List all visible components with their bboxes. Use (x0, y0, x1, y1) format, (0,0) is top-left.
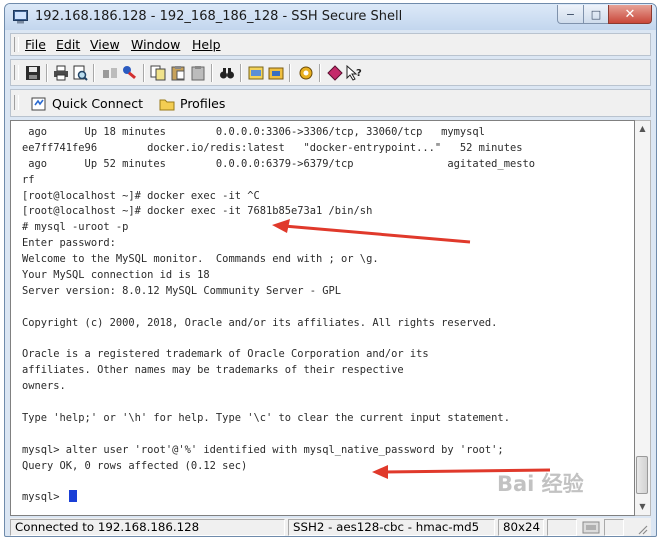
status-cipher: SSH2 - aes128-cbc - hmac-md5 (288, 519, 495, 536)
menu-bar: File Edit View Window Help (10, 33, 651, 56)
terminal-line: # mysql -uroot -p (22, 221, 129, 234)
terminal-text: ago Up 18 minutes 0.0.0.0:3306->3306/tcp… (22, 125, 535, 506)
status-empty-panel (604, 519, 624, 536)
terminal-cursor (68, 490, 77, 503)
settings-icon[interactable] (248, 65, 264, 81)
terminal-line: Query OK, 0 rows affected (0.12 sec) (22, 459, 248, 472)
toolbar-separator (211, 64, 213, 82)
file-transfer-icon[interactable] (268, 65, 284, 81)
terminal-line: Copyright (c) 2000, 2018, Oracle and/or … (22, 316, 498, 329)
scroll-up-arrow-icon[interactable]: ▲ (635, 121, 650, 137)
profilebar-grip (14, 95, 19, 110)
terminal-line: Server version: 8.0.12 MySQL Community S… (22, 284, 342, 297)
menu-window[interactable]: Window (131, 37, 180, 52)
menu-edit[interactable]: Edit (56, 37, 80, 52)
menu-view[interactable]: View (90, 37, 120, 52)
save-icon[interactable] (25, 65, 41, 81)
connection-status-icon (582, 521, 600, 534)
menu-file[interactable]: File (25, 37, 46, 52)
resize-grip-icon[interactable] (636, 523, 648, 535)
terminal-line: Your MySQL connection id is 18 (22, 269, 210, 282)
ssh-window: 192.168.186.128 - 192_168_186_128 - SSH … (4, 3, 657, 537)
scroll-down-arrow-icon[interactable]: ▼ (635, 499, 650, 515)
status-empty-panel (547, 519, 577, 536)
terminal-line: affiliates. Other names may be trademark… (22, 364, 404, 377)
toolbar-separator (319, 64, 321, 82)
terminal-line: ago Up 52 minutes 0.0.0.0:6379->6379/tcp… (22, 157, 535, 170)
vertical-scrollbar[interactable]: ▲ ▼ (635, 120, 651, 516)
terminal-line: Enter password: (22, 237, 116, 250)
quick-connect-button[interactable]: Quick Connect (31, 93, 143, 114)
copy-icon[interactable] (150, 65, 166, 81)
stop-icon[interactable] (327, 65, 343, 81)
terminal-line: [root@localhost ~]# docker exec -it ^C (22, 189, 260, 202)
find-icon[interactable] (219, 65, 235, 81)
toolbar-separator (289, 64, 291, 82)
print-preview-icon[interactable] (72, 65, 88, 81)
disconnect-icon[interactable] (102, 65, 118, 81)
quick-connect-label: Quick Connect (52, 96, 144, 111)
svg-text:?: ? (356, 68, 362, 79)
terminal-line: ee7ff741fe96 docker.io/redis:latest "doc… (22, 141, 523, 154)
print-icon[interactable] (53, 65, 69, 81)
toolbar-separator (240, 64, 242, 82)
toolbar-separator (93, 64, 95, 82)
help-icon[interactable]: ? (346, 65, 362, 81)
profiles-button[interactable]: Profiles (159, 93, 225, 114)
minimize-button[interactable]: − (557, 5, 584, 24)
baidu-watermark: Bai 经验 (497, 472, 584, 496)
terminal-line: [root@localhost ~]# docker exec -it 7681… (22, 205, 373, 218)
toolbar: ? (10, 59, 651, 86)
terminal-line: Welcome to the MySQL monitor. Commands e… (22, 253, 379, 266)
terminal-line: Type 'help;' or '\h' for help. Type '\c'… (22, 412, 510, 425)
toolbar-grip (14, 65, 19, 80)
menu-help[interactable]: Help (192, 37, 221, 52)
tools-icon[interactable] (298, 65, 314, 81)
status-connection: Connected to 192.168.186.128 (10, 519, 285, 536)
toolbar-separator (46, 64, 48, 82)
status-terminal-size: 80x24 (498, 519, 544, 536)
terminal-line: Oracle is a registered trademark of Orac… (22, 348, 429, 361)
terminal-line: mysql> alter user 'root'@'%' identified … (22, 443, 504, 456)
folder-icon (159, 99, 175, 110)
paste-clipboard-icon[interactable] (190, 65, 206, 81)
maximize-button[interactable]: □ (583, 5, 609, 24)
terminal-line: rf (22, 173, 35, 186)
paste-icon[interactable] (170, 65, 186, 81)
key-icon[interactable] (122, 65, 138, 81)
terminal-output[interactable]: ago Up 18 minutes 0.0.0.0:3306->3306/tcp… (10, 120, 635, 516)
window-title: 192.168.186.128 - 192_168_186_128 - SSH … (35, 9, 403, 24)
title-bar[interactable]: 192.168.186.128 - 192_168_186_128 - SSH … (5, 4, 656, 30)
profiles-label: Profiles (180, 96, 226, 111)
close-button[interactable]: ✕ (608, 5, 652, 24)
terminal-line: owners. (22, 380, 66, 393)
ssh-app-icon (13, 10, 28, 24)
status-bar: Connected to 192.168.186.128 SSH2 - aes1… (10, 518, 651, 536)
scrollbar-thumb[interactable] (636, 456, 648, 494)
quick-connect-icon (31, 97, 46, 110)
terminal-line: ago Up 18 minutes 0.0.0.0:3306->3306/tcp… (22, 126, 485, 138)
toolbar-separator (143, 64, 145, 82)
profile-bar: Quick Connect Profiles (10, 89, 651, 117)
terminal-line: mysql> (22, 490, 535, 506)
menubar-grip (14, 37, 19, 52)
